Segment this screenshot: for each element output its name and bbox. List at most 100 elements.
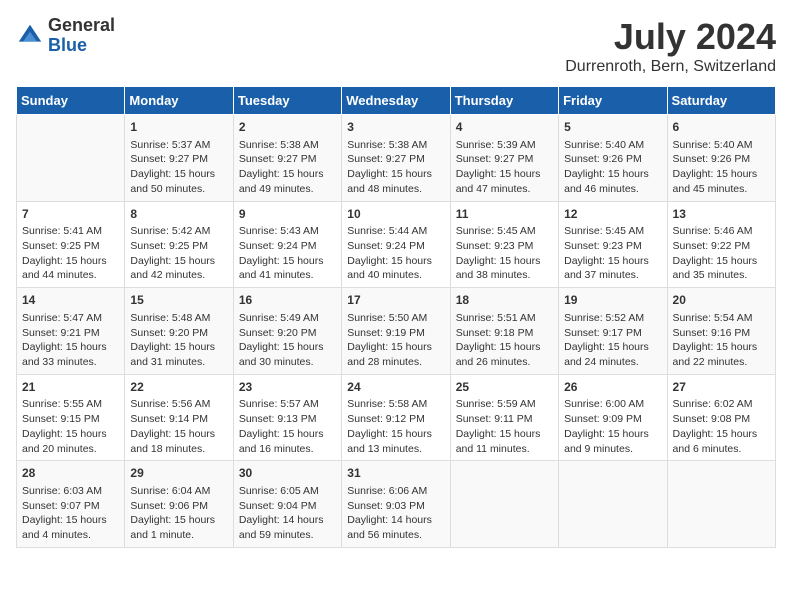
logo: General Blue [16,16,115,56]
calendar-cell: 27Sunrise: 6:02 AMSunset: 9:08 PMDayligh… [667,374,775,461]
day-number: 6 [673,119,770,136]
calendar-cell [559,461,667,548]
cell-content-line: Sunset: 9:09 PM [564,412,661,427]
cell-content-line: Sunset: 9:23 PM [564,239,661,254]
day-number: 2 [239,119,336,136]
day-number: 4 [456,119,553,136]
cell-content-line: Sunset: 9:24 PM [239,239,336,254]
day-number: 30 [239,465,336,482]
calendar-cell: 11Sunrise: 5:45 AMSunset: 9:23 PMDayligh… [450,201,558,288]
calendar-cell [17,115,125,202]
cell-content-line: Sunrise: 5:52 AM [564,311,661,326]
cell-content-line: Daylight: 15 hours and 35 minutes. [673,254,770,283]
cell-content-line: Sunset: 9:25 PM [22,239,119,254]
cell-content-line: Sunset: 9:07 PM [22,499,119,514]
cell-content-line: Daylight: 15 hours and 45 minutes. [673,167,770,196]
calendar-cell: 2Sunrise: 5:38 AMSunset: 9:27 PMDaylight… [233,115,341,202]
logo-blue: Blue [48,35,87,55]
cell-content-line: Daylight: 15 hours and 22 minutes. [673,340,770,369]
day-number: 28 [22,465,119,482]
cell-content-line: Sunrise: 5:43 AM [239,224,336,239]
cell-content-line: Sunrise: 5:42 AM [130,224,227,239]
logo-text: General Blue [48,16,115,56]
day-number: 15 [130,292,227,309]
calendar-cell: 4Sunrise: 5:39 AMSunset: 9:27 PMDaylight… [450,115,558,202]
calendar-cell: 15Sunrise: 5:48 AMSunset: 9:20 PMDayligh… [125,288,233,375]
calendar-cell: 22Sunrise: 5:56 AMSunset: 9:14 PMDayligh… [125,374,233,461]
cell-content-line: Sunset: 9:03 PM [347,499,444,514]
cell-content-line: Sunrise: 5:55 AM [22,397,119,412]
cell-content-line: Sunset: 9:27 PM [456,152,553,167]
day-number: 14 [22,292,119,309]
calendar-cell: 29Sunrise: 6:04 AMSunset: 9:06 PMDayligh… [125,461,233,548]
cell-content-line: Sunrise: 5:56 AM [130,397,227,412]
header-saturday: Saturday [667,87,775,115]
day-number: 3 [347,119,444,136]
week-row-1: 1Sunrise: 5:37 AMSunset: 9:27 PMDaylight… [17,115,776,202]
day-number: 7 [22,206,119,223]
title-block: July 2024 Durrenroth, Bern, Switzerland [565,16,776,76]
cell-content-line: Daylight: 15 hours and 20 minutes. [22,427,119,456]
cell-content-line: Daylight: 15 hours and 46 minutes. [564,167,661,196]
calendar-cell: 10Sunrise: 5:44 AMSunset: 9:24 PMDayligh… [342,201,450,288]
cell-content-line: Sunset: 9:04 PM [239,499,336,514]
week-row-4: 21Sunrise: 5:55 AMSunset: 9:15 PMDayligh… [17,374,776,461]
cell-content-line: Daylight: 15 hours and 30 minutes. [239,340,336,369]
cell-content-line: Daylight: 15 hours and 33 minutes. [22,340,119,369]
cell-content-line: Sunset: 9:08 PM [673,412,770,427]
calendar-cell: 24Sunrise: 5:58 AMSunset: 9:12 PMDayligh… [342,374,450,461]
day-number: 8 [130,206,227,223]
cell-content-line: Sunset: 9:11 PM [456,412,553,427]
cell-content-line: Sunrise: 6:02 AM [673,397,770,412]
cell-content-line: Daylight: 15 hours and 41 minutes. [239,254,336,283]
cell-content-line: Daylight: 14 hours and 59 minutes. [239,513,336,542]
cell-content-line: Daylight: 15 hours and 11 minutes. [456,427,553,456]
day-number: 19 [564,292,661,309]
cell-content-line: Sunset: 9:17 PM [564,326,661,341]
day-number: 5 [564,119,661,136]
cell-content-line: Sunrise: 5:57 AM [239,397,336,412]
day-number: 23 [239,379,336,396]
calendar-cell: 16Sunrise: 5:49 AMSunset: 9:20 PMDayligh… [233,288,341,375]
cell-content-line: Daylight: 15 hours and 6 minutes. [673,427,770,456]
cell-content-line: Sunrise: 5:40 AM [673,138,770,153]
cell-content-line: Sunset: 9:18 PM [456,326,553,341]
cell-content-line: Daylight: 15 hours and 38 minutes. [456,254,553,283]
cell-content-line: Daylight: 15 hours and 44 minutes. [22,254,119,283]
cell-content-line: Daylight: 15 hours and 18 minutes. [130,427,227,456]
day-number: 9 [239,206,336,223]
cell-content-line: Sunrise: 5:46 AM [673,224,770,239]
calendar-cell: 6Sunrise: 5:40 AMSunset: 9:26 PMDaylight… [667,115,775,202]
cell-content-line: Sunset: 9:22 PM [673,239,770,254]
day-number: 31 [347,465,444,482]
cell-content-line: Sunrise: 6:06 AM [347,484,444,499]
cell-content-line: Daylight: 15 hours and 37 minutes. [564,254,661,283]
cell-content-line: Daylight: 15 hours and 13 minutes. [347,427,444,456]
cell-content-line: Daylight: 15 hours and 49 minutes. [239,167,336,196]
day-number: 27 [673,379,770,396]
logo-general: General [48,15,115,35]
calendar-cell: 3Sunrise: 5:38 AMSunset: 9:27 PMDaylight… [342,115,450,202]
calendar-cell: 18Sunrise: 5:51 AMSunset: 9:18 PMDayligh… [450,288,558,375]
cell-content-line: Sunrise: 5:59 AM [456,397,553,412]
cell-content-line: Sunrise: 5:51 AM [456,311,553,326]
page-header: General Blue July 2024 Durrenroth, Bern,… [16,16,776,76]
cell-content-line: Sunset: 9:14 PM [130,412,227,427]
calendar-cell: 25Sunrise: 5:59 AMSunset: 9:11 PMDayligh… [450,374,558,461]
day-number: 20 [673,292,770,309]
cell-content-line: Sunset: 9:16 PM [673,326,770,341]
cell-content-line: Daylight: 15 hours and 26 minutes. [456,340,553,369]
cell-content-line: Sunset: 9:19 PM [347,326,444,341]
calendar-cell: 21Sunrise: 5:55 AMSunset: 9:15 PMDayligh… [17,374,125,461]
cell-content-line: Sunrise: 5:38 AM [347,138,444,153]
calendar-cell: 13Sunrise: 5:46 AMSunset: 9:22 PMDayligh… [667,201,775,288]
cell-content-line: Sunrise: 5:45 AM [564,224,661,239]
cell-content-line: Sunrise: 6:03 AM [22,484,119,499]
calendar-cell: 12Sunrise: 5:45 AMSunset: 9:23 PMDayligh… [559,201,667,288]
cell-content-line: Daylight: 15 hours and 42 minutes. [130,254,227,283]
cell-content-line: Sunset: 9:21 PM [22,326,119,341]
header-sunday: Sunday [17,87,125,115]
cell-content-line: Sunrise: 5:58 AM [347,397,444,412]
calendar-table: SundayMondayTuesdayWednesdayThursdayFrid… [16,86,776,548]
cell-content-line: Sunrise: 5:48 AM [130,311,227,326]
